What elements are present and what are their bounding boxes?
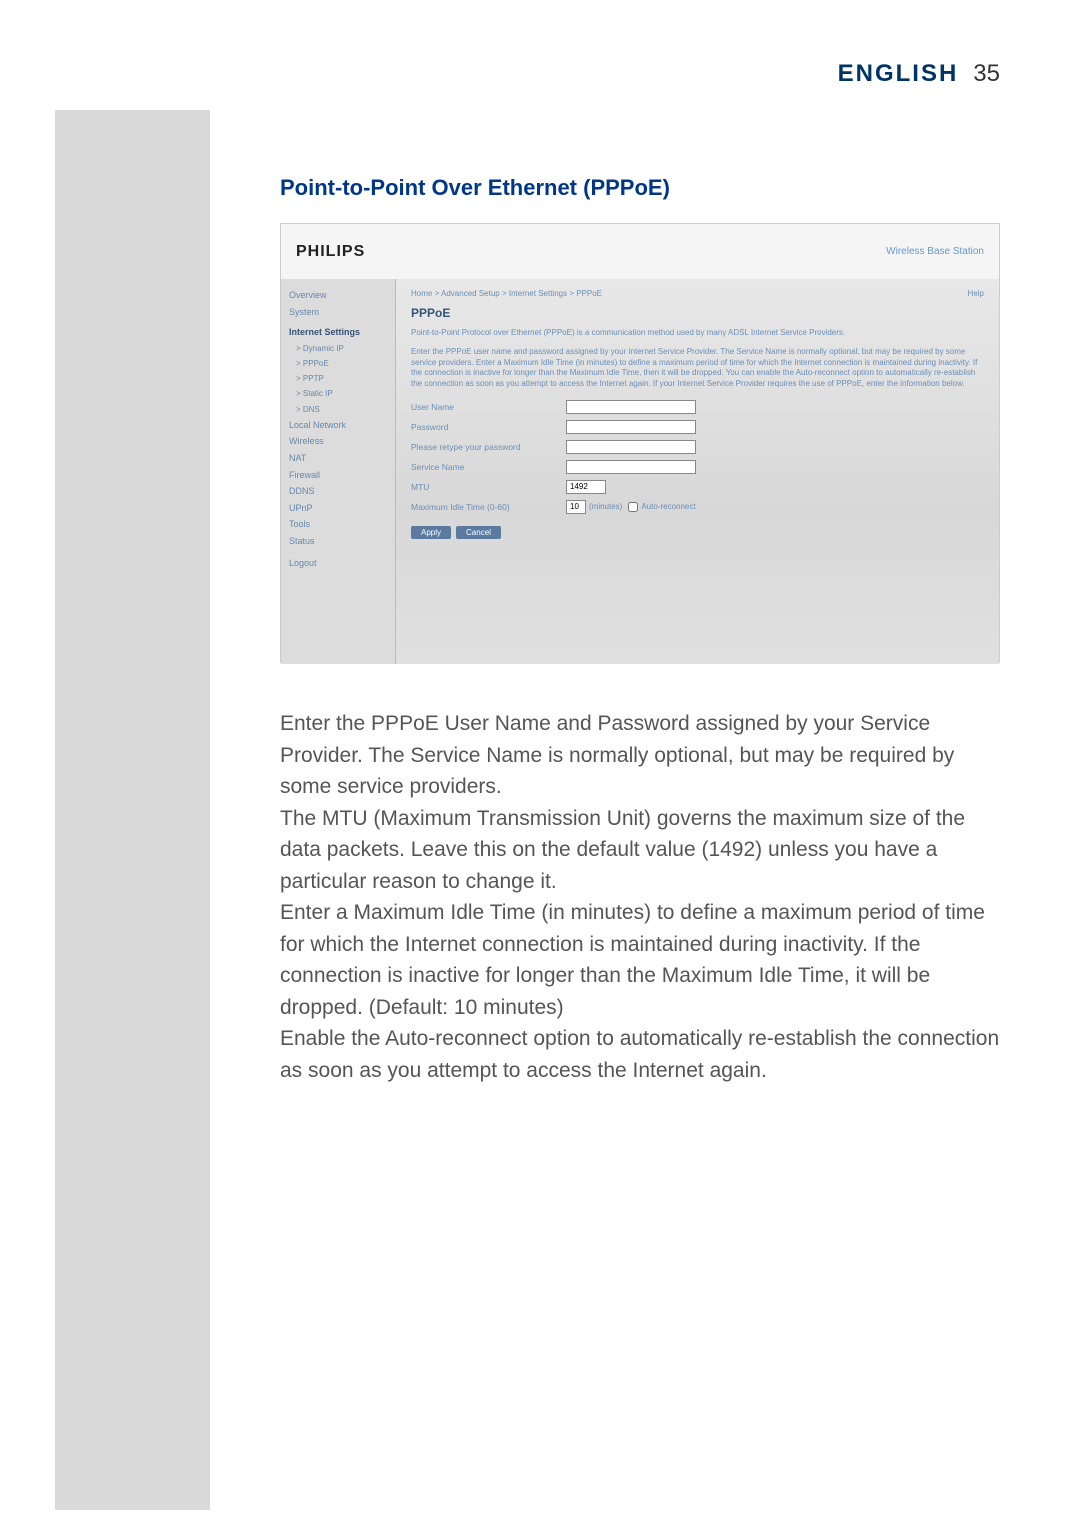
label-retype-password: Please retype your password: [411, 442, 566, 452]
sidebar-local-network[interactable]: Local Network: [286, 417, 390, 434]
label-password: Password: [411, 422, 566, 432]
paragraph-2: The MTU (Maximum Transmission Unit) gove…: [280, 803, 1000, 898]
page-header: ENGLISH 35: [838, 60, 1000, 88]
tagline: Wireless Base Station: [886, 246, 984, 257]
input-retype-password[interactable]: [566, 440, 696, 454]
left-margin-strip: [55, 110, 210, 1510]
help-link[interactable]: Help: [968, 289, 984, 298]
language-label: ENGLISH: [838, 60, 959, 88]
panel-desc1: Point-to-Point Protocol over Ethernet (P…: [411, 328, 984, 339]
sidebar-tools[interactable]: Tools: [286, 516, 390, 533]
auto-reconnect-label: Auto-reconnect: [641, 502, 695, 511]
sidebar-static-ip[interactable]: > Static IP: [286, 386, 390, 401]
label-service-name: Service Name: [411, 462, 566, 472]
sidebar-overview[interactable]: Overview: [286, 287, 390, 304]
screenshot-body: Overview System Internet Settings > Dyna…: [281, 279, 999, 664]
sidebar-upnp[interactable]: UPnP: [286, 500, 390, 517]
screenshot-sidebar: Overview System Internet Settings > Dyna…: [281, 279, 396, 664]
sidebar-status[interactable]: Status: [286, 533, 390, 550]
panel-desc2: Enter the PPPoE user name and password a…: [411, 347, 984, 390]
sidebar-pppoe[interactable]: > PPPoE: [286, 356, 390, 371]
label-idle-time: Maximum Idle Time (0-60): [411, 502, 566, 512]
body-text: Enter the PPPoE User Name and Password a…: [280, 708, 1000, 1086]
input-username[interactable]: [566, 400, 696, 414]
philips-logo: PHILIPS: [296, 243, 365, 261]
cancel-button[interactable]: Cancel: [456, 526, 501, 539]
label-mtu: MTU: [411, 482, 566, 492]
screenshot-header: PHILIPS Wireless Base Station: [281, 224, 999, 279]
sidebar-logout[interactable]: Logout: [286, 555, 390, 572]
sidebar-firewall[interactable]: Firewall: [286, 467, 390, 484]
sidebar-system[interactable]: System: [286, 304, 390, 321]
paragraph-3: Enter a Maximum Idle Time (in minutes) t…: [280, 897, 1000, 1023]
minutes-label: (minutes): [589, 502, 622, 511]
input-mtu[interactable]: [566, 480, 606, 494]
breadcrumb: Home > Advanced Setup > Internet Setting…: [411, 289, 984, 298]
sidebar-nat[interactable]: NAT: [286, 450, 390, 467]
router-screenshot: PHILIPS Wireless Base Station Overview S…: [280, 223, 1000, 663]
paragraph-4: Enable the Auto-reconnect option to auto…: [280, 1023, 1000, 1086]
paragraph-1: Enter the PPPoE User Name and Password a…: [280, 708, 1000, 803]
sidebar-dns[interactable]: > DNS: [286, 402, 390, 417]
apply-button[interactable]: Apply: [411, 526, 451, 539]
content-area: Point-to-Point Over Ethernet (PPPoE) PHI…: [280, 175, 1000, 1086]
label-username: User Name: [411, 402, 566, 412]
section-title: Point-to-Point Over Ethernet (PPPoE): [280, 175, 1000, 201]
sidebar-dynamic-ip[interactable]: > Dynamic IP: [286, 341, 390, 356]
sidebar-internet-settings[interactable]: Internet Settings: [286, 324, 390, 341]
input-idle-time[interactable]: [566, 500, 586, 514]
page-number: 35: [973, 60, 1000, 88]
sidebar-pptp[interactable]: > PPTP: [286, 371, 390, 386]
sidebar-ddns[interactable]: DDNS: [286, 483, 390, 500]
pppoe-form: User Name Password Please retype your pa…: [411, 400, 984, 539]
input-service-name[interactable]: [566, 460, 696, 474]
screenshot-main: Help Home > Advanced Setup > Internet Se…: [396, 279, 999, 664]
checkbox-auto-reconnect[interactable]: [628, 502, 638, 512]
sidebar-wireless[interactable]: Wireless: [286, 433, 390, 450]
panel-title: PPPoE: [411, 306, 984, 320]
input-password[interactable]: [566, 420, 696, 434]
